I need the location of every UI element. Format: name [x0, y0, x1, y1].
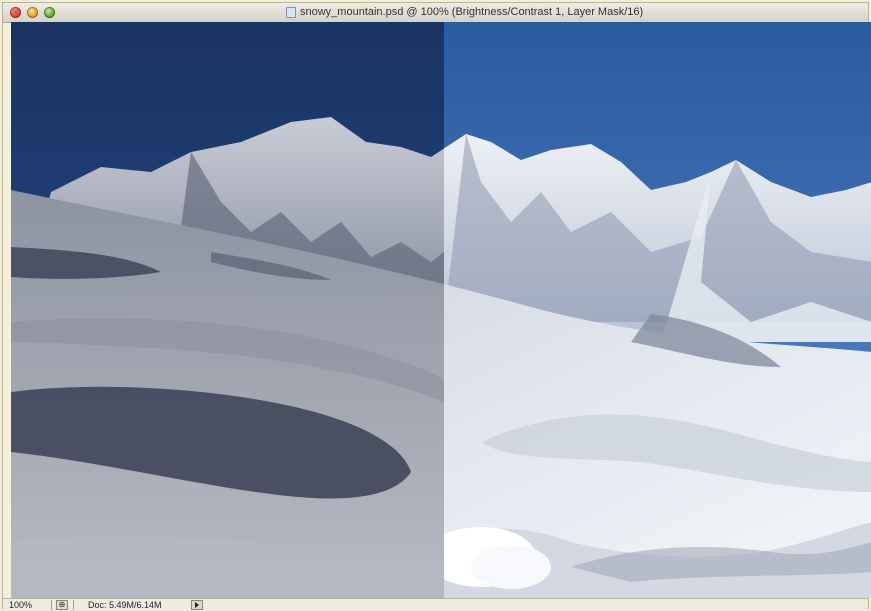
document-icon [286, 7, 296, 18]
zoom-icon[interactable] [44, 7, 55, 18]
close-icon[interactable]: × [10, 7, 21, 18]
status-divider [51, 600, 52, 610]
zoom-level[interactable]: 100% [9, 599, 49, 611]
status-icon[interactable]: ⊕ [56, 600, 68, 610]
minimize-icon[interactable] [27, 7, 38, 18]
mountain-photo [11, 22, 871, 598]
status-divider [73, 600, 74, 610]
window-title: snowy_mountain.psd @ 100% (Brightness/Co… [300, 6, 644, 18]
document-window: × snowy_mountain.psd @ 100% (Brightness/… [2, 2, 871, 611]
triangle-right-icon[interactable] [191, 600, 203, 610]
title-bar[interactable]: × snowy_mountain.psd @ 100% (Brightness/… [3, 3, 868, 23]
image-canvas[interactable] [11, 22, 871, 598]
status-bar: 100% ⊕ Doc: 5.49M/6.14M [3, 598, 868, 611]
document-size-info: Doc: 5.49M/6.14M [88, 600, 162, 610]
